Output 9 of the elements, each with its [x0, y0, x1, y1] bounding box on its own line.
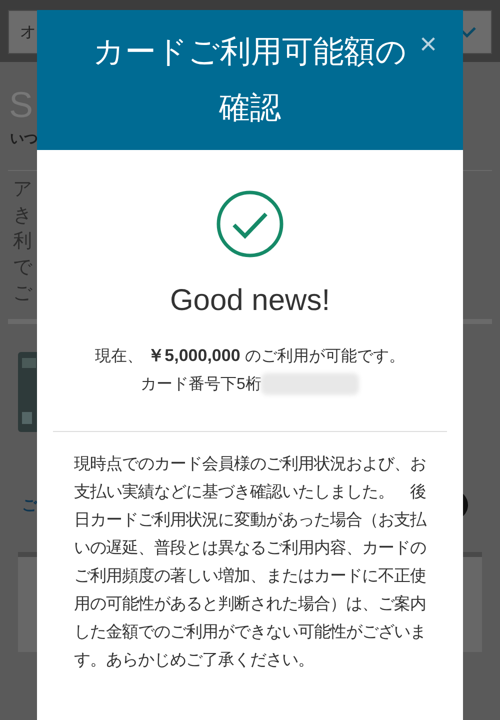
- status-heading: Good news!: [170, 284, 330, 318]
- disclaimer-text: 現時点でのカード会員様のご利用状況および、お支払い実績などに基づき確認いたしました。 後日カードご利用状況に変動があった場合（お支払いの遅延、普段とは異なるご利用内容、カードのご利用頻度の著しい増加、またはカードに不正使用の可能性があると判断された場合）は、ご案内した金額でのご利用ができない可能性がございます。あらかじめご了承ください。: [74, 454, 426, 671]
- card-number-label: カード番号下5桁: [140, 374, 262, 394]
- dropdown-value: オ: [20, 22, 36, 42]
- check-circle-icon: [216, 190, 284, 258]
- close-button[interactable]: ×: [415, 30, 441, 60]
- dialog-title: カードご利用可能額の確認: [92, 33, 408, 127]
- page-subheading: いつ: [10, 130, 38, 148]
- available-amount-text: 現在、 ￥5,000,000 のご利用が可能です。: [95, 345, 405, 367]
